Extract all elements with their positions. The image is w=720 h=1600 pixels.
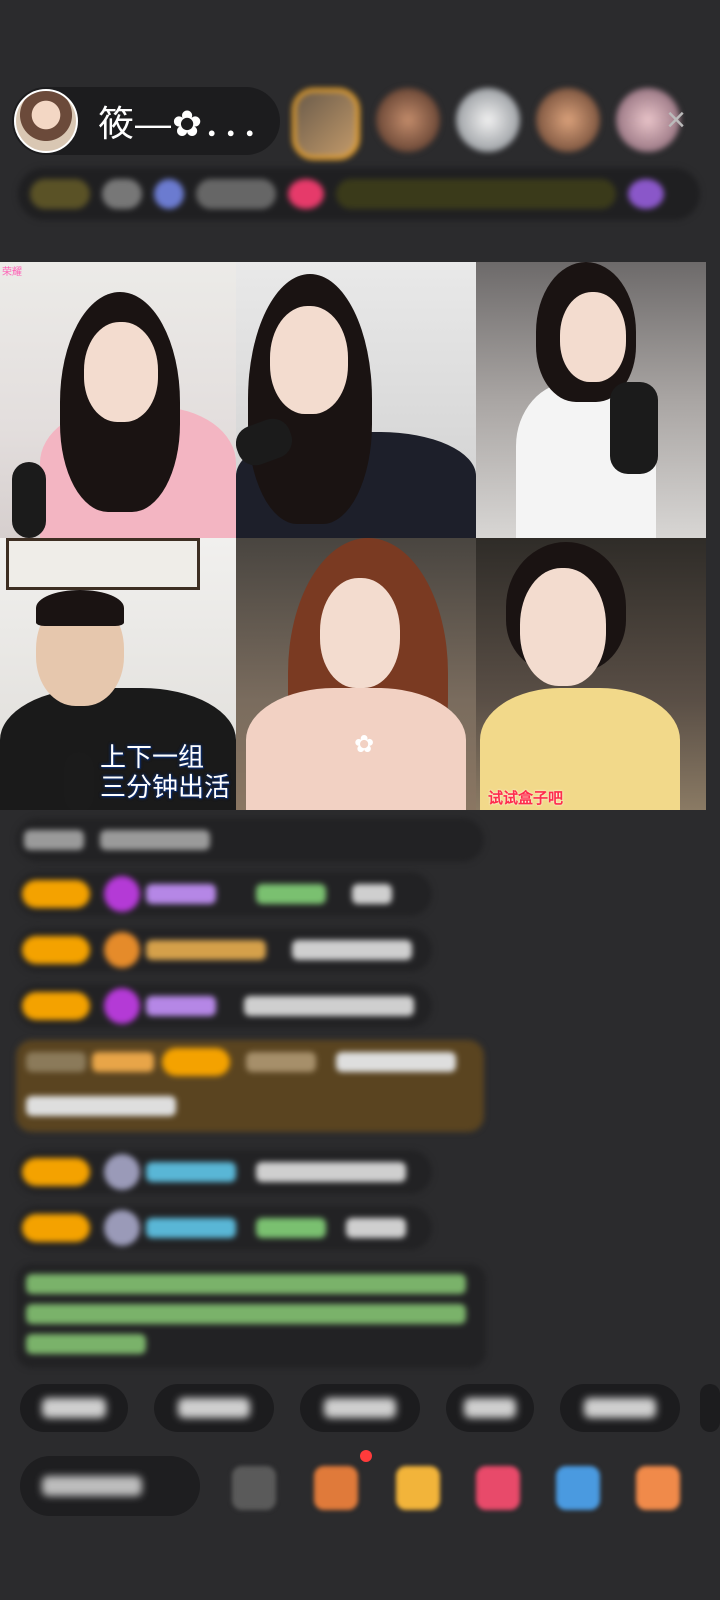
video-tile[interactable]: ✿	[236, 538, 476, 810]
chat-message	[16, 1206, 432, 1250]
mic	[610, 382, 658, 474]
subtitle-line: 上下一组	[99, 742, 204, 772]
announcement-text	[336, 179, 616, 209]
face	[520, 568, 606, 686]
mic	[12, 462, 46, 538]
badge-icon	[154, 179, 184, 209]
calligraphy-frame	[6, 538, 200, 590]
quick-reply-chip[interactable]	[446, 1384, 534, 1432]
rank-badge	[30, 179, 90, 209]
quick-reply-chip[interactable]	[20, 1384, 128, 1432]
quick-reply-chip[interactable]	[560, 1384, 680, 1432]
level-badge	[22, 992, 90, 1020]
share-icon[interactable]	[556, 1466, 600, 1510]
gem-icon	[104, 932, 140, 968]
host-info[interactable]: 筱—✿．．．	[12, 87, 280, 155]
level-badge	[162, 1048, 230, 1076]
level-badge	[22, 880, 90, 908]
gem-icon	[104, 876, 140, 912]
overlay-subtitle: 上下一组 三分钟出活	[100, 742, 230, 802]
lucky-bag-icon[interactable]	[314, 1466, 358, 1510]
user-avatar	[104, 1154, 140, 1190]
mic	[64, 752, 94, 810]
video-tile[interactable]: 试试盒子吧	[476, 538, 706, 810]
notification-dot	[360, 1450, 372, 1462]
treasure-icon[interactable]	[396, 1466, 440, 1510]
gift-icon[interactable]	[636, 1466, 680, 1510]
face	[270, 306, 348, 414]
chat-message	[16, 872, 432, 916]
chat-message	[16, 1150, 432, 1194]
more-icon[interactable]	[628, 179, 664, 209]
emoji-icon[interactable]	[232, 1466, 276, 1510]
hair	[36, 590, 124, 626]
system-notice	[16, 1264, 486, 1368]
host-avatar[interactable]	[14, 89, 78, 153]
subtitle-line: 三分钟出活	[99, 772, 230, 802]
user-avatar	[104, 1210, 140, 1246]
tile-tag: 试试盒子吧	[488, 790, 564, 807]
flower-icon: ✿	[354, 731, 375, 758]
host-name: 筱—✿．．．	[98, 103, 279, 144]
level-badge	[22, 936, 90, 964]
quick-reply-chip[interactable]	[700, 1384, 720, 1432]
room-info-bar[interactable]	[18, 168, 700, 220]
gem-icon	[104, 988, 140, 1024]
video-tile[interactable]	[236, 262, 476, 538]
chat-message	[16, 928, 432, 972]
viewer-avatar[interactable]	[292, 88, 360, 160]
heart-icon[interactable]	[476, 1466, 520, 1510]
tile-badge: 荣耀	[2, 267, 22, 278]
viewer-avatar[interactable]	[376, 88, 440, 152]
viewer-avatar[interactable]	[536, 88, 600, 152]
level-badge	[22, 1158, 90, 1186]
level-badge	[22, 1214, 90, 1242]
video-tile[interactable]: 上下一组 三分钟出活	[0, 538, 236, 810]
top-viewers	[292, 88, 680, 160]
badge-text	[196, 179, 276, 209]
video-tile[interactable]: 荣耀	[0, 262, 236, 538]
face	[320, 578, 400, 688]
chat-message	[16, 818, 484, 862]
quick-reply-chip[interactable]	[300, 1384, 420, 1432]
chat-message	[16, 984, 432, 1028]
quick-reply-chip[interactable]	[154, 1384, 274, 1432]
video-tile[interactable]	[476, 262, 706, 538]
viewer-avatar[interactable]	[456, 88, 520, 152]
face	[84, 322, 158, 422]
rank-text	[102, 179, 142, 209]
heart-icon[interactable]	[288, 179, 324, 209]
gift-message	[16, 1040, 484, 1132]
close-icon[interactable]: ×	[656, 100, 696, 140]
comment-input[interactable]	[20, 1456, 200, 1516]
face	[560, 292, 626, 382]
multi-guest-video-grid: 荣耀 上下一组 三分钟出活 ✿ 试试盒子吧	[0, 262, 706, 810]
